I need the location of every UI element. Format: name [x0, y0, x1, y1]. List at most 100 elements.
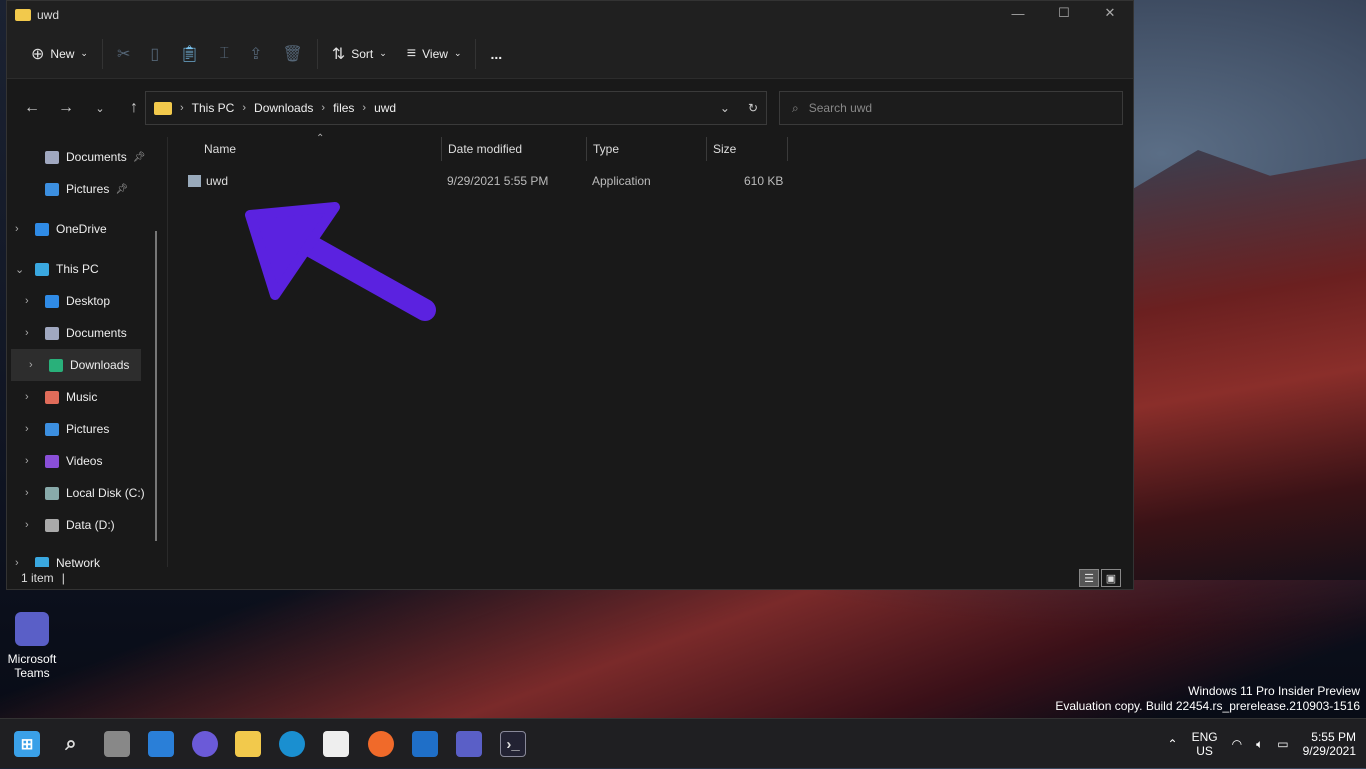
sidebar-item-documents[interactable]: › Documents [7, 317, 165, 349]
start-button[interactable]: ⊞ [14, 731, 40, 757]
breadcrumb-uwd[interactable]: uwd [374, 101, 396, 115]
close-button[interactable]: ✕ [1087, 1, 1133, 25]
expand-chevron-icon[interactable]: › [15, 223, 19, 235]
wifi-icon[interactable]: ◠ [1232, 737, 1242, 751]
tiles-view-button[interactable]: ▣ [1101, 569, 1121, 587]
sidebar-item-this-pc[interactable]: ⌄ This PC [7, 253, 165, 285]
expand-chevron-icon[interactable]: › [25, 487, 29, 499]
rename-button[interactable]: ⌶ [210, 38, 240, 70]
sort-icon: ⇅ [331, 45, 346, 63]
sidebar-item-music[interactable]: › Music [7, 381, 165, 413]
sidebar-item-label: OneDrive [56, 222, 107, 236]
volume-icon[interactable]: 🔈︎ [1256, 737, 1263, 752]
sidebar-item-videos[interactable]: › Videos [7, 445, 165, 477]
onedrive-icon [35, 222, 49, 236]
column-type[interactable]: Type [586, 137, 619, 161]
expand-chevron-icon[interactable]: › [25, 295, 29, 307]
desktop-icon-label: Microsoft Teams [7, 652, 57, 680]
sidebar-item-local-disk-c[interactable]: › Local Disk (C:) [7, 477, 165, 509]
list-icon: ≡ [406, 44, 417, 62]
expand-chevron-icon[interactable]: › [29, 359, 33, 371]
edge-icon[interactable] [279, 731, 305, 757]
breadcrumb-files[interactable]: files [333, 101, 354, 115]
more-icon: ... [490, 45, 503, 62]
file-explorer-taskbar-icon[interactable] [235, 731, 261, 757]
back-button[interactable]: ← [17, 91, 47, 125]
sidebar-item-pictures[interactable]: Pictures 📌︎ [7, 173, 165, 205]
sidebar-item-data-d[interactable]: › Data (D:) [7, 509, 165, 541]
command-bar: ⊕ New ⌄ ✂ ▯ 📋︎ ⌶ ⇪ 🗑︎ ⇅ Sort ⌄ ≡ View ⌄ ... [7, 29, 1133, 79]
language-indicator[interactable]: ENG US [1192, 730, 1218, 758]
sidebar-item-label: Pictures [66, 422, 110, 436]
sidebar-item-onedrive[interactable]: › OneDrive [7, 213, 165, 245]
expand-chevron-icon[interactable]: › [25, 391, 29, 403]
taskbar: ⊞ ⌕ ›_ ⌃ ENG US ◠ 🔈︎ ▭ 5:55 PM 9/29/2021 [0, 718, 1366, 768]
more-button[interactable]: ... [480, 38, 512, 70]
expand-chevron-icon[interactable]: › [25, 423, 29, 435]
column-date-modified[interactable]: Date modified [441, 137, 522, 161]
new-label: New [50, 46, 75, 61]
sidebar-item-documents[interactable]: Documents 📌︎ [7, 141, 165, 173]
task-view-button[interactable] [104, 731, 130, 757]
sidebar-item-label: Documents [66, 326, 127, 340]
battery-icon[interactable]: ▭ [1277, 737, 1288, 751]
show-hidden-icons-button[interactable]: ⌃ [1168, 737, 1178, 751]
sidebar-item-downloads[interactable]: › Downloads [11, 349, 141, 381]
breadcrumb-this-pc[interactable]: This PC [192, 101, 235, 115]
new-button[interactable]: ⊕ New ⌄ [21, 38, 98, 70]
clock[interactable]: 5:55 PM 9/29/2021 [1303, 730, 1356, 758]
expand-chevron-icon[interactable]: › [15, 557, 19, 567]
sidebar-item-desktop[interactable]: › Desktop [7, 285, 165, 317]
maximize-button[interactable]: ☐ [1041, 1, 1087, 25]
breadcrumb-downloads[interactable]: Downloads [254, 101, 313, 115]
powershell-icon[interactable]: ›_ [500, 731, 526, 757]
desktop-icon [45, 294, 59, 308]
search-button[interactable]: ⌕ [58, 731, 84, 757]
copy-button[interactable]: ▯ [140, 38, 169, 70]
music-icon [45, 390, 59, 404]
folder-icon [15, 9, 31, 21]
cut-button[interactable]: ✂ [107, 38, 140, 70]
file-name: uwd [206, 174, 229, 188]
sidebar-item-label: Desktop [66, 294, 111, 308]
teams-taskbar-icon[interactable] [456, 731, 482, 757]
search-input[interactable]: ⌕ Search uwd [779, 91, 1123, 125]
expand-chevron-icon[interactable]: ⌄ [15, 263, 24, 276]
firefox-icon[interactable] [368, 731, 394, 757]
file-row-uwd[interactable]: uwd 9/29/2021 5:55 PM Application 610 KB [168, 171, 1133, 191]
sort-button[interactable]: ⇅ Sort ⌄ [322, 38, 397, 70]
sidebar-item-label: Local Disk (C:) [66, 486, 145, 500]
column-size[interactable]: Size [706, 137, 788, 161]
recent-locations-button[interactable]: ⌄ [85, 91, 115, 125]
sidebar-item-pictures[interactable]: › Pictures [7, 413, 165, 445]
forward-button[interactable]: → [51, 91, 81, 125]
application-icon [188, 175, 201, 187]
documents-icon [45, 150, 59, 164]
paste-button[interactable]: 📋︎ [169, 38, 209, 70]
address-bar[interactable]: › This PC › Downloads › files › uwd ⌄ ↻ [145, 91, 767, 125]
expand-chevron-icon[interactable]: › [25, 519, 29, 531]
folder-icon [154, 101, 172, 115]
sidebar-scrollbar[interactable] [155, 231, 157, 541]
expand-chevron-icon[interactable]: › [25, 327, 29, 339]
address-dropdown-icon[interactable]: ⌄ [720, 101, 730, 115]
details-view-button[interactable]: ☰ [1079, 569, 1099, 587]
plus-circle-icon: ⊕ [31, 45, 45, 63]
expand-chevron-icon[interactable]: › [25, 455, 29, 467]
view-button[interactable]: ≡ View ⌄ [397, 38, 472, 70]
pictures-icon [45, 182, 59, 196]
delete-button[interactable]: 🗑︎ [273, 38, 313, 70]
share-button[interactable]: ⇪ [239, 38, 272, 70]
refresh-icon[interactable]: ↻ [748, 101, 758, 115]
store-icon[interactable] [323, 731, 349, 757]
documents-icon [45, 326, 59, 340]
widgets-button[interactable] [148, 731, 174, 757]
sidebar-item-network[interactable]: › Network [7, 547, 165, 567]
outlook-icon[interactable] [412, 731, 438, 757]
chat-button[interactable] [192, 731, 218, 757]
sidebar-item-label: This PC [56, 262, 99, 276]
desktop-icon-teams[interactable]: Microsoft Teams [4, 612, 60, 680]
file-date: 9/29/2021 5:55 PM [447, 174, 549, 188]
column-name[interactable]: Name [204, 137, 236, 161]
minimize-button[interactable]: — [995, 1, 1041, 25]
